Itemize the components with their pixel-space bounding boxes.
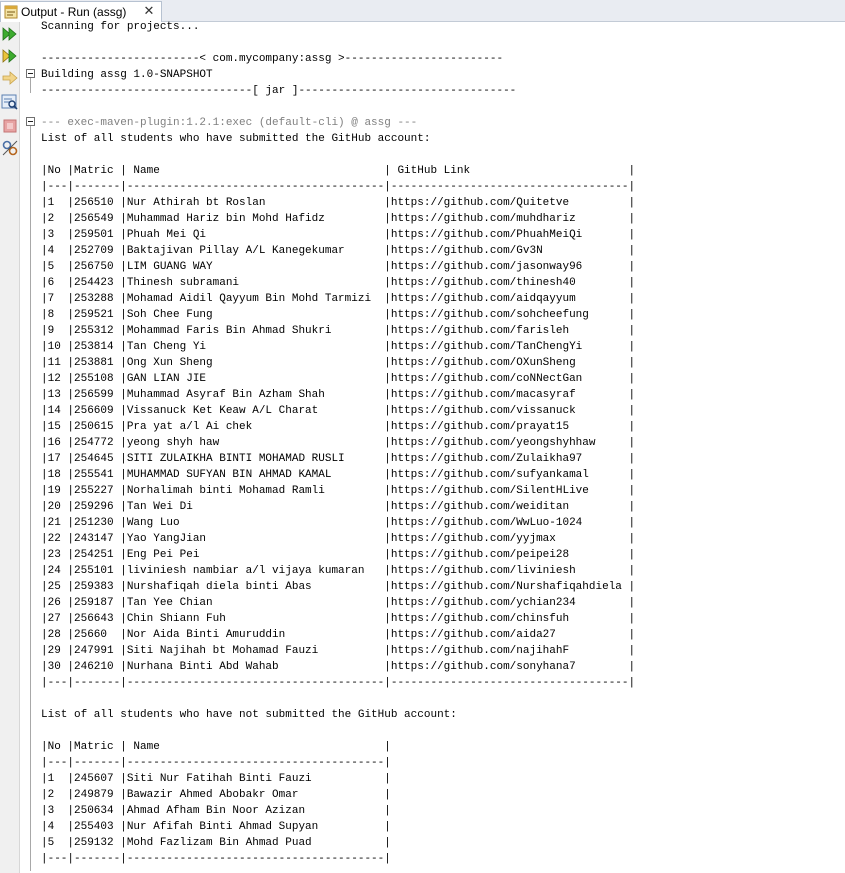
inspect-icon[interactable]	[1, 93, 19, 111]
output-line: |30 |246210 |Nurhana Binti Abd Wahab |ht…	[41, 661, 636, 673]
rerun-icon[interactable]	[1, 25, 19, 43]
settings-icon[interactable]	[1, 139, 19, 157]
output-line: |26 |259187 |Tan Yee Chian |https://gith…	[41, 597, 636, 609]
output-line: |16 |254772 |yeong shyh haw |https://git…	[41, 437, 636, 449]
output-line: |---|-------|---------------------------…	[41, 757, 391, 769]
output-line: |27 |256643 |Chin Shiann Fuh |https://gi…	[41, 613, 636, 625]
output-line: |13 |256599 |Muhammad Asyraf Bin Azham S…	[41, 389, 636, 401]
output-line: --- exec-maven-plugin:1.2.1:exec (defaul…	[41, 117, 418, 129]
output-line: |18 |255541 |MUHAMMAD SUFYAN BIN AHMAD K…	[41, 469, 636, 481]
close-icon[interactable]: ✕	[142, 4, 156, 18]
output-line: |29 |247991 |Siti Najihah bt Mohamad Fau…	[41, 645, 636, 657]
output-line: |5 |256750 |LIM GUANG WAY |https://githu…	[41, 261, 636, 273]
fold-toggle-icon[interactable]	[26, 117, 35, 126]
output-line: |No |Matric | Name | GitHub Link |	[41, 165, 636, 177]
tab-title: Output - Run (assg)	[21, 5, 127, 19]
output-line: |No |Matric | Name |	[41, 741, 391, 753]
output-line: |19 |255227 |Norhalimah binti Mohamad Ra…	[41, 485, 636, 497]
output-line: |3 |259501 |Phuah Mei Qi |https://github…	[41, 229, 636, 241]
output-line: |---|-------|---------------------------…	[41, 181, 636, 193]
stop-arrow-icon[interactable]	[1, 69, 19, 87]
fold-guide	[30, 78, 31, 93]
output-line: Scanning for projects...	[41, 21, 200, 33]
output-line: |20 |259296 |Tan Wei Di |https://github.…	[41, 501, 636, 513]
output-line: |1 |245607 |Siti Nur Fatihah Binti Fauzi…	[41, 773, 391, 785]
fold-guide	[30, 126, 31, 871]
output-line: |7 |253288 |Mohamad Aidil Qayyum Bin Moh…	[41, 293, 636, 305]
output-toolbar	[0, 22, 20, 873]
output-line: |---|-------|---------------------------…	[41, 853, 391, 865]
output-line: |2 |256549 |Muhammad Hariz bin Mohd Hafi…	[41, 213, 636, 225]
output-line: List of all students who have submitted …	[41, 133, 431, 145]
fold-toggle-icon[interactable]	[26, 69, 35, 78]
output-line: |5 |259132 |Mohd Fazlizam Bin Ahmad Puad…	[41, 837, 391, 849]
output-line: |8 |259521 |Soh Chee Fung |https://githu…	[41, 309, 636, 321]
output-line: |10 |253814 |Tan Cheng Yi |https://githu…	[41, 341, 636, 353]
output-line: |4 |255403 |Nur Afifah Binti Ahmad Supya…	[41, 821, 391, 833]
output-line: |1 |256510 |Nur Athirah bt Roslan |https…	[41, 197, 636, 209]
output-line: --------------------------------[ jar ]-…	[41, 85, 517, 97]
output-line: |17 |254645 |SITI ZULAIKHA BINTI MOHAMAD…	[41, 453, 636, 465]
output-line: ------------------------< com.mycompany:…	[41, 53, 504, 65]
stop-icon[interactable]	[1, 117, 19, 135]
output-line: |24 |255101 |liviniesh nambiar a/l vijay…	[41, 565, 636, 577]
output-line: |14 |256609 |Vissanuck Ket Keaw A/L Char…	[41, 405, 636, 417]
output-line: List of all students who have not submit…	[41, 709, 457, 721]
output-text-area[interactable]: Scanning for projects... ----------------…	[41, 19, 841, 867]
output-line: |22 |243147 |Yao YangJian |https://githu…	[41, 533, 636, 545]
output-window-icon	[4, 5, 18, 19]
output-line: |12 |255108 |GAN LIAN JIE |https://githu…	[41, 373, 636, 385]
output-line: |3 |250634 |Ahmad Afham Bin Noor Azizan …	[41, 805, 391, 817]
output-line: Building assg 1.0-SNAPSHOT	[41, 69, 213, 81]
output-line: |23 |254251 |Eng Pei Pei |https://github…	[41, 549, 636, 561]
output-line: |6 |254423 |Thinesh subramani |https://g…	[41, 277, 636, 289]
rerun-with-options-icon[interactable]	[1, 47, 19, 65]
output-line: |15 |250615 |Pra yat a/l Ai chek |https:…	[41, 421, 636, 433]
output-line: |21 |251230 |Wang Luo |https://github.co…	[41, 517, 636, 529]
fold-gutter	[20, 22, 38, 873]
output-line: |11 |253881 |Ong Xun Sheng |https://gith…	[41, 357, 636, 369]
output-line: |28 |25660 |Nor Aida Binti Amuruddin |ht…	[41, 629, 636, 641]
output-line: |---|-------|---------------------------…	[41, 677, 636, 689]
output-line: |4 |252709 |Baktajivan Pillay A/L Kanege…	[41, 245, 636, 257]
output-line: |9 |255312 |Mohammad Faris Bin Ahmad Shu…	[41, 325, 636, 337]
output-line: |25 |259383 |Nurshafiqah diela binti Aba…	[41, 581, 636, 593]
output-line: |2 |249879 |Bawazir Ahmed Abobakr Omar |	[41, 789, 391, 801]
